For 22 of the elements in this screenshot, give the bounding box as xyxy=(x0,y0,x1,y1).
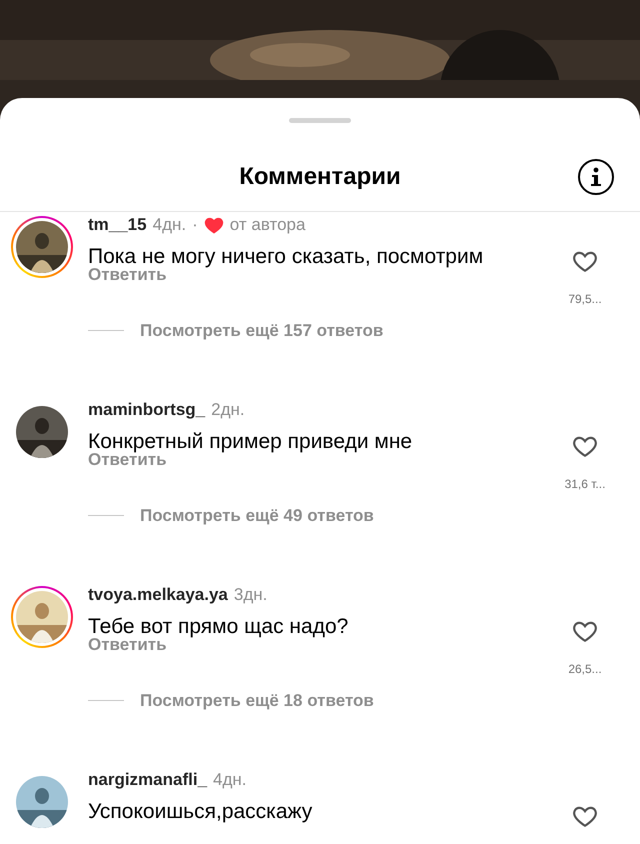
view-replies-link[interactable]: Посмотреть ещё 49 ответов xyxy=(140,502,374,528)
username[interactable]: maminbortsg_ xyxy=(88,397,206,423)
comment-time: 3дн. xyxy=(234,584,268,606)
like-count: 26,5... xyxy=(568,661,602,678)
comment-text: Конкретный пример приведи мне xyxy=(88,429,414,453)
comment-time: 4дн. xyxy=(152,214,186,236)
comment-time: 2дн. xyxy=(211,399,245,422)
info-button[interactable] xyxy=(578,159,614,195)
comment-text: Успокоишься,расскажу xyxy=(88,799,314,825)
view-replies-link[interactable]: Посмотреть ещё 18 ответов xyxy=(140,688,374,713)
author-like-label: от автора xyxy=(230,214,306,236)
like-count: 79,5... xyxy=(568,291,602,308)
separator-dot: · xyxy=(192,214,198,236)
username[interactable]: tvoya.melkaya.ya xyxy=(88,582,228,608)
comment-time: 4дн. xyxy=(213,769,247,792)
info-icon xyxy=(589,167,603,187)
username[interactable]: nargizmanafli_ xyxy=(88,767,208,793)
view-replies-link[interactable]: Посмотреть ещё 157 ответов xyxy=(140,318,384,343)
heart-icon xyxy=(204,215,224,235)
sheet-title: Комментарии xyxy=(239,163,401,191)
like-count: 31,6 т... xyxy=(564,476,606,493)
username[interactable]: tm__15 xyxy=(88,212,147,238)
